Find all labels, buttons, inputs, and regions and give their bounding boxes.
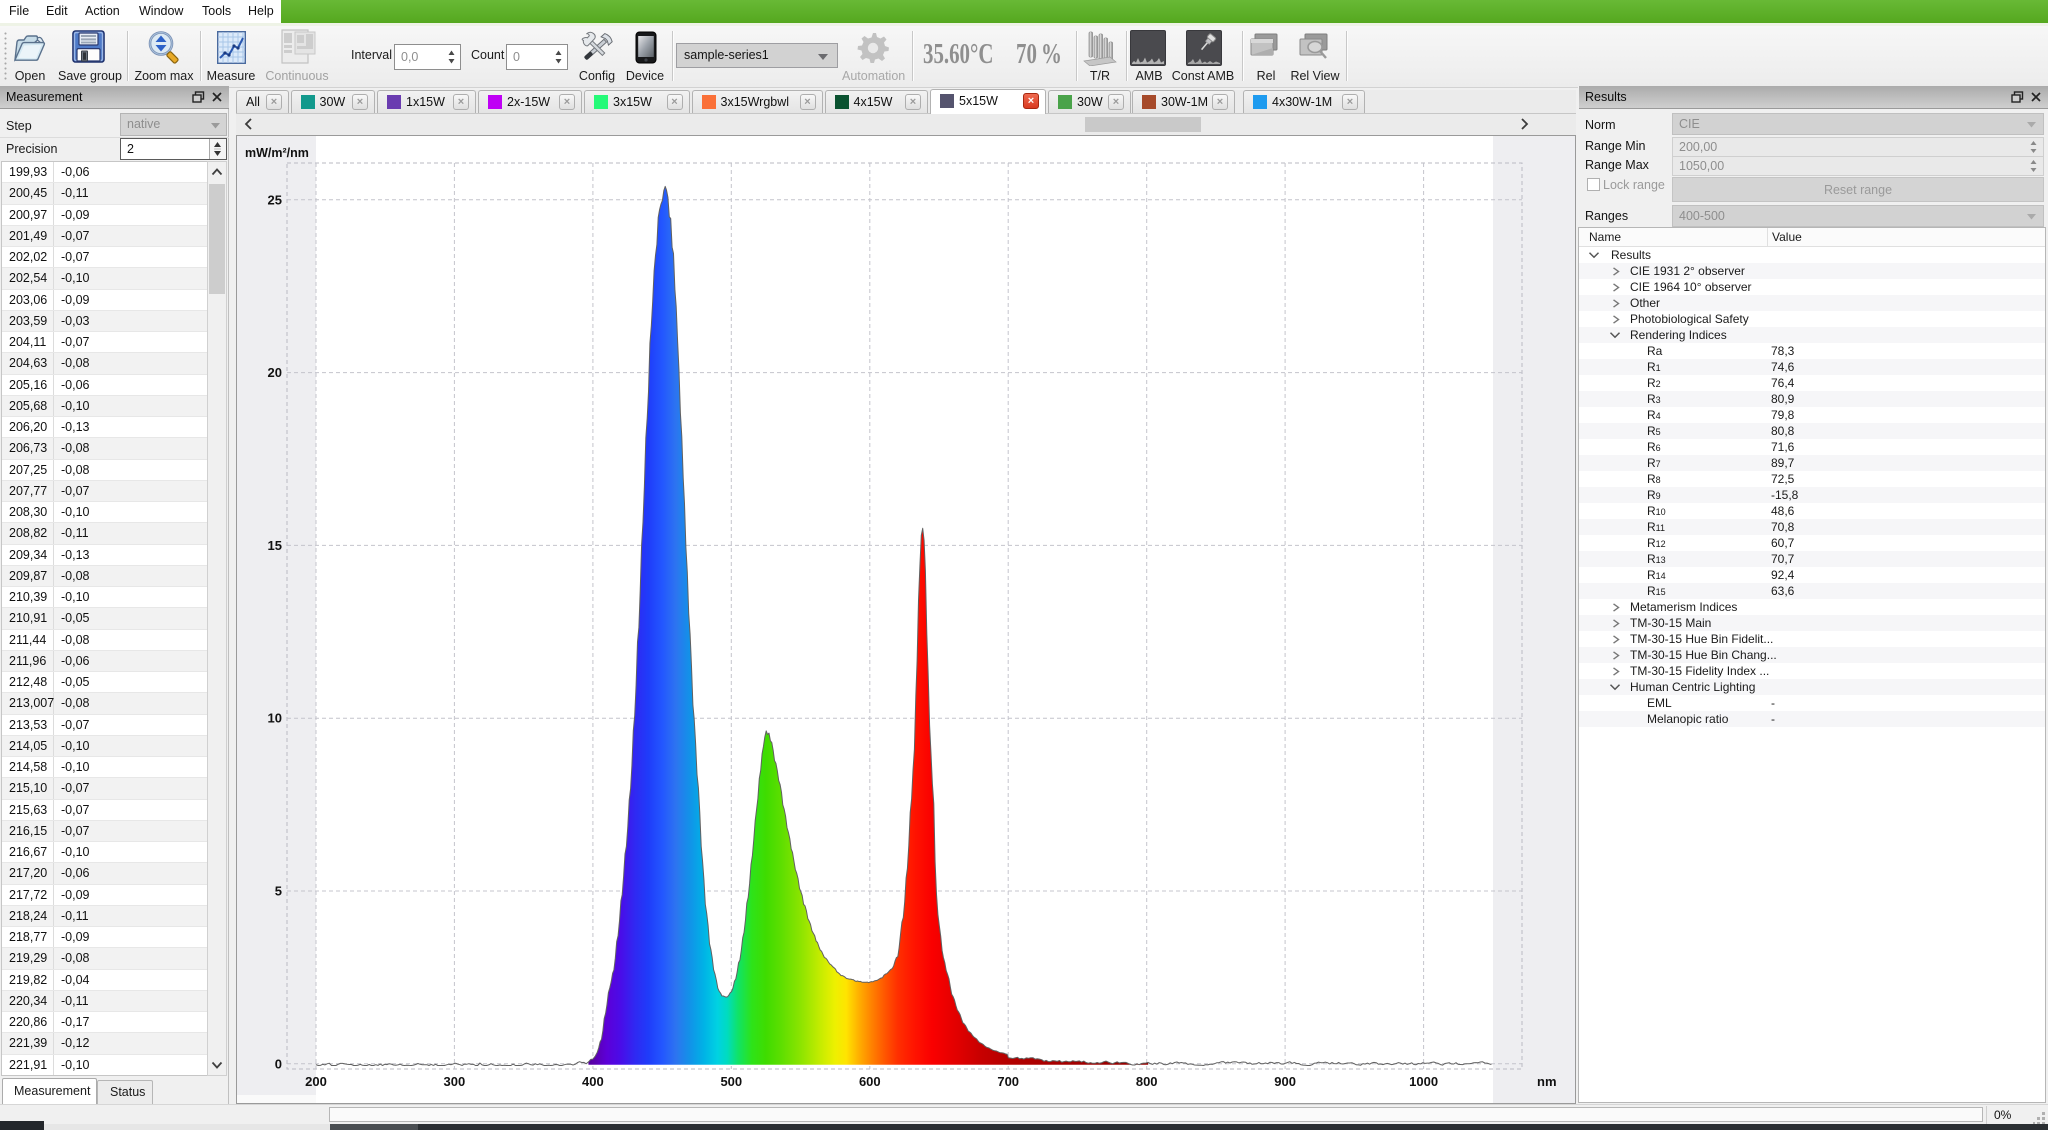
svg-text:800: 800: [1136, 1074, 1158, 1089]
svg-text:500: 500: [720, 1074, 742, 1089]
svg-text:400: 400: [582, 1074, 604, 1089]
svg-text:25: 25: [268, 192, 282, 207]
svg-text:1000: 1000: [1409, 1074, 1438, 1089]
svg-text:900: 900: [1274, 1074, 1296, 1089]
svg-text:10: 10: [268, 711, 282, 726]
svg-text:600: 600: [859, 1074, 881, 1089]
svg-text:200: 200: [305, 1074, 327, 1089]
svg-text:20: 20: [268, 365, 282, 380]
svg-text:0: 0: [275, 1056, 282, 1071]
svg-text:5: 5: [275, 884, 282, 899]
svg-text:mW/m²/nm: mW/m²/nm: [245, 146, 309, 160]
svg-text:nm: nm: [1537, 1074, 1557, 1089]
svg-text:300: 300: [444, 1074, 466, 1089]
svg-text:700: 700: [997, 1074, 1019, 1089]
svg-text:15: 15: [268, 538, 282, 553]
